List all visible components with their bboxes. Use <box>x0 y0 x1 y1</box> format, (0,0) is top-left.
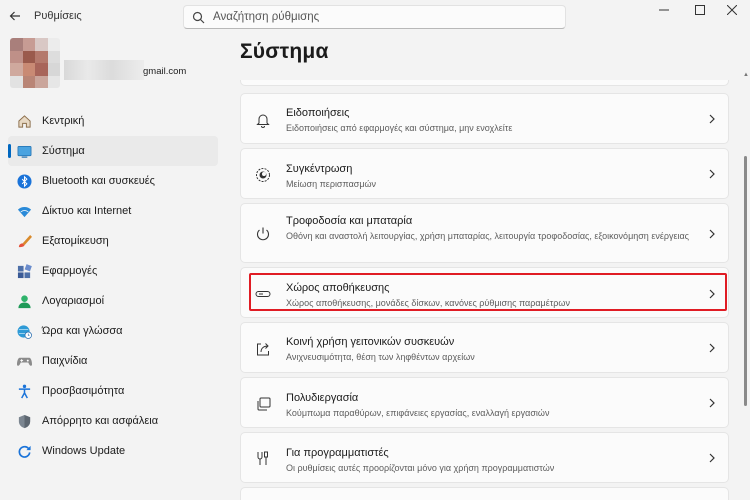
sidebar-item-accessibility[interactable]: Προσβασιμότητα <box>8 376 218 406</box>
maximize-icon <box>695 5 705 15</box>
chevron-right-icon <box>709 453 715 463</box>
search-input[interactable]: Αναζήτηση ρύθμισης <box>213 11 319 23</box>
home-icon <box>16 113 32 129</box>
back-arrow-icon <box>9 11 20 21</box>
chevron-right-icon <box>709 169 715 179</box>
search-icon <box>192 11 205 24</box>
card-subtitle: Κούμπωμα παραθύρων, επιφάνειες εργασίας,… <box>286 408 550 418</box>
shield-icon <box>16 413 32 429</box>
sidebar-item-privacy[interactable]: Απόρρητο και ασφάλεια <box>8 406 218 436</box>
search-box[interactable]: Αναζήτηση ρύθμισης <box>183 5 566 29</box>
card-developers[interactable]: Για προγραμματιστές Οι ρυθμίσεις αυτές π… <box>240 432 729 483</box>
minimize-icon <box>659 9 669 11</box>
power-icon <box>254 225 272 243</box>
bell-icon <box>254 111 272 129</box>
card-title: Για προγραμματιστές <box>286 447 389 459</box>
wifi-icon <box>16 203 32 219</box>
card-title: Τροφοδοσία και μπαταρία <box>286 215 413 227</box>
card-subtitle: Οι ρυθμίσεις αυτές προορίζονται μόνο για… <box>286 463 555 473</box>
minimize-button[interactable] <box>644 0 684 20</box>
sidebar-item-apps[interactable]: Εφαρμογές <box>8 256 218 286</box>
card-next-partial[interactable] <box>240 487 729 500</box>
close-button[interactable] <box>712 0 750 20</box>
card-title: Ειδοποιήσεις <box>286 107 350 119</box>
sidebar-item-gaming[interactable]: Παιχνίδια <box>8 346 218 376</box>
card-focus[interactable]: Συγκέντρωση Μείωση περισπασμών <box>240 148 729 199</box>
sidebar-item-home[interactable]: Κεντρική <box>8 106 218 136</box>
developer-icon <box>254 450 272 468</box>
sidebar-item-windows-update[interactable]: Windows Update <box>8 436 218 466</box>
card-subtitle: Ανιχνευσιμότητα, θέση των ληφθέντων αρχε… <box>286 352 475 362</box>
sidebar-nav: Κεντρική Σύστημα Bluetooth και συσκευές … <box>8 106 218 466</box>
close-icon <box>727 5 737 15</box>
highlight-box <box>249 273 727 311</box>
chevron-right-icon <box>709 343 715 353</box>
sidebar-item-system[interactable]: Σύστημα <box>8 136 218 166</box>
accessibility-icon <box>16 383 32 399</box>
card-notifications[interactable]: Ειδοποιήσεις Ειδοποιήσεις από εφαρμογές … <box>240 93 729 144</box>
title-bar: Ρυθμίσεις Αναζήτηση ρύθμισης <box>0 0 750 34</box>
account-name-blurred <box>64 60 144 80</box>
back-button[interactable] <box>4 5 26 27</box>
sidebar-item-network[interactable]: Δίκτυο και Internet <box>8 196 218 226</box>
scroll-up-icon[interactable]: ▲ <box>743 72 749 78</box>
globe-clock-icon <box>16 323 32 339</box>
person-icon <box>16 293 32 309</box>
sidebar-item-time-language[interactable]: Ώρα και γλώσσα <box>8 316 218 346</box>
card-subtitle: Μείωση περισπασμών <box>286 179 377 189</box>
sidebar-item-accounts[interactable]: Λογαριασμοί <box>8 286 218 316</box>
scrollbar-thumb[interactable] <box>744 156 747 406</box>
update-icon <box>16 443 32 459</box>
bluetooth-icon <box>16 173 32 189</box>
sidebar-item-bluetooth[interactable]: Bluetooth και συσκευές <box>8 166 218 196</box>
sidebar-item-personalization[interactable]: Εξατομίκευση <box>8 226 218 256</box>
chevron-right-icon <box>709 229 715 239</box>
chevron-right-icon <box>709 398 715 408</box>
account-email: gmail.com <box>143 66 187 77</box>
card-nearby-sharing[interactable]: Κοινή χρήση γειτονικών συσκευών Ανιχνευσ… <box>240 322 729 373</box>
card-power-battery[interactable]: Τροφοδοσία και μπαταρία Οθόνη και αναστο… <box>240 203 729 263</box>
focus-icon <box>254 166 272 184</box>
brush-icon <box>16 233 32 249</box>
page-title: Σύστημα <box>240 40 329 63</box>
apps-icon <box>16 263 32 279</box>
card-title: Κοινή χρήση γειτονικών συσκευών <box>286 336 455 348</box>
card-subtitle: Οθόνη και αναστολή λειτουργίας, χρήση μπ… <box>286 231 690 241</box>
multitask-icon <box>254 395 272 413</box>
share-icon <box>254 340 272 358</box>
card-multitasking[interactable]: Πολυδιεργασία Κούμπωμα παραθύρων, επιφάν… <box>240 377 729 428</box>
system-icon <box>16 143 32 159</box>
avatar[interactable] <box>10 38 60 88</box>
card-subtitle: Ειδοποιήσεις από εφαρμογές και σύστημα, … <box>286 123 513 133</box>
app-title: Ρυθμίσεις <box>34 10 82 22</box>
scrollbar[interactable]: ▲ <box>743 72 749 500</box>
card-title: Πολυδιεργασία <box>286 392 359 404</box>
gamepad-icon <box>16 353 32 369</box>
card-title: Συγκέντρωση <box>286 163 353 175</box>
list-top-edge <box>240 80 729 86</box>
chevron-right-icon <box>709 114 715 124</box>
